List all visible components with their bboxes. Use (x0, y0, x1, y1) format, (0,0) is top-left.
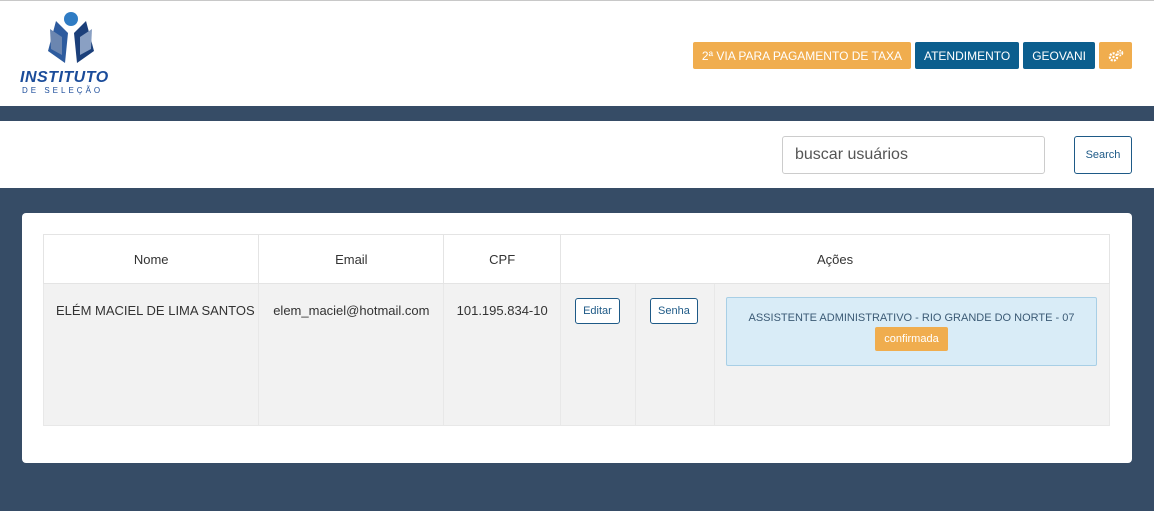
cell-senha: Senha (635, 283, 715, 426)
cell-email: elem_maciel@hotmail.com (258, 283, 445, 426)
logo-subtitle: DE SELEÇÃO (22, 86, 104, 95)
instituto-logo[interactable]: INSTITUTO DE SELEÇÃO (18, 11, 128, 97)
top-header: INSTITUTO DE SELEÇÃO 2ª VIA PARA PAGAMEN… (0, 0, 1154, 106)
table-row: ELÉM MACIEL DE LIMA SANTOS elem_maciel@h… (42, 283, 1110, 426)
table-header-row: Nome Email CPF Ações (42, 234, 1110, 284)
cell-nome: ELÉM MACIEL DE LIMA SANTOS (42, 283, 260, 426)
password-button[interactable]: Senha (650, 298, 698, 324)
search-button[interactable]: Search (1074, 136, 1132, 174)
search-bar: Search (0, 121, 1154, 188)
inscricao-label: ASSISTENTE ADMINISTRATIVO - RIO GRANDE D… (748, 312, 1075, 324)
users-table: Nome Email CPF Ações ELÉM MACIEL DE LIMA… (42, 234, 1110, 426)
users-panel: Nome Email CPF Ações ELÉM MACIEL DE LIMA… (22, 213, 1132, 463)
cell-edit: Editar (560, 283, 637, 426)
header-nome: Nome (42, 234, 260, 284)
status-badge: confirmada (875, 327, 948, 351)
gears-icon (1108, 49, 1123, 62)
logo-emblem-icon (48, 12, 94, 63)
header-acoes: Ações (560, 234, 1110, 284)
header-cpf: CPF (443, 234, 562, 284)
cell-cpf: 101.195.834-10 (443, 283, 562, 426)
inscricao-card: ASSISTENTE ADMINISTRATIVO - RIO GRANDE D… (726, 297, 1097, 366)
search-users-input[interactable] (782, 136, 1045, 174)
segunda-via-button[interactable]: 2ª VIA PARA PAGAMENTO DE TAXA (692, 42, 911, 69)
top-nav: 2ª VIA PARA PAGAMENTO DE TAXA ATENDIMENT… (692, 42, 1132, 69)
atendimento-button[interactable]: ATENDIMENTO (914, 42, 1020, 69)
user-menu-button[interactable]: GEOVANI (1023, 42, 1095, 69)
edit-button[interactable]: Editar (575, 298, 620, 324)
header-email: Email (258, 234, 445, 284)
logo-title: INSTITUTO (20, 69, 109, 86)
cell-inscricao: ASSISTENTE ADMINISTRATIVO - RIO GRANDE D… (714, 283, 1110, 426)
settings-button[interactable] (1099, 42, 1132, 69)
